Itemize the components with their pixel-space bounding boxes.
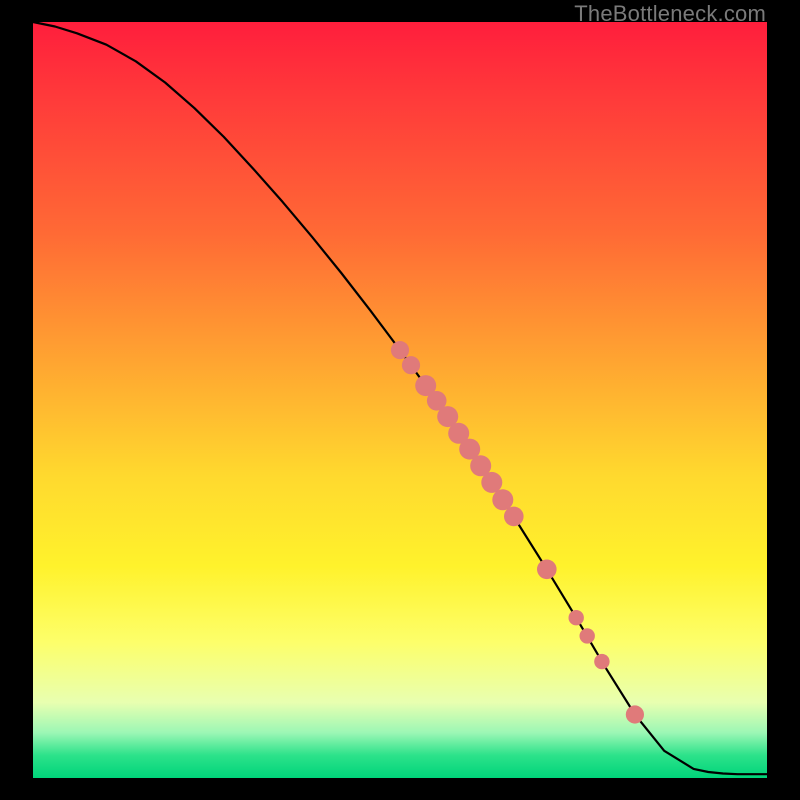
plot-area <box>33 22 767 778</box>
data-marker <box>391 341 409 359</box>
data-marker <box>481 472 502 493</box>
chart-svg <box>33 22 767 778</box>
curve-line <box>33 22 767 774</box>
data-marker <box>492 489 513 510</box>
data-marker <box>594 654 609 669</box>
chart-stage: TheBottleneck.com <box>0 0 800 800</box>
data-marker <box>504 507 524 527</box>
data-marker <box>569 610 584 625</box>
data-marker <box>402 356 420 374</box>
data-marker <box>626 705 644 723</box>
data-marker <box>580 628 595 643</box>
marker-layer <box>391 341 644 724</box>
data-marker <box>537 560 557 580</box>
